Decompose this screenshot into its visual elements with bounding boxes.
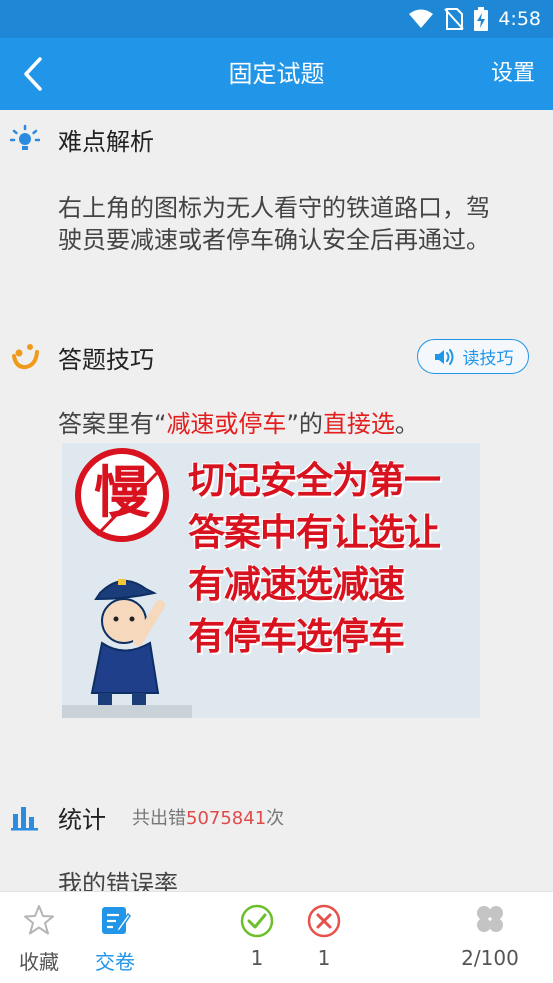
- poster-line: 切记安全为第一: [188, 459, 441, 502]
- error-rate-label: 我的错误率: [58, 870, 178, 891]
- slow-stamp-char: 慢: [94, 461, 150, 526]
- no-sim-icon: [444, 8, 465, 30]
- tips-poster-image: 慢 切记安全为第一 答案中有让选让 有减速选减速 有停车选停车: [62, 443, 480, 718]
- check-circle-icon: [240, 904, 274, 938]
- lightbulb-icon: [10, 124, 40, 150]
- star-icon: [24, 905, 54, 935]
- bar-chart-icon: [11, 807, 38, 831]
- tips-quote-open: “: [154, 410, 167, 438]
- app-bar: 固定试题 设置: [0, 38, 553, 110]
- wrong-count[interactable]: 1: [303, 892, 345, 983]
- analysis-text: 右上角的图标为无人看守的铁道路口，驾驶员要减速或者停车确认安全后再通过。: [58, 194, 490, 254]
- analysis-title: 难点解析: [58, 127, 154, 156]
- tips-action: 直接选: [322, 410, 395, 438]
- battery-charging-icon: [474, 7, 489, 31]
- poster-line: 有停车选停车: [188, 615, 405, 658]
- settings-button[interactable]: 设置: [491, 38, 535, 110]
- close-circle-icon: [307, 904, 341, 938]
- correct-count-value: 1: [250, 946, 264, 970]
- tips-title: 答题技巧: [58, 345, 154, 374]
- submit-exam-label: 交卷: [95, 950, 135, 974]
- speaker-icon: [434, 348, 453, 365]
- tips-keyword: 减速或停车: [166, 410, 287, 438]
- question-grid-button[interactable]: 2/100: [455, 892, 525, 983]
- tips-text-middle: 的: [298, 410, 323, 438]
- read-tips-button[interactable]: 读技巧: [417, 339, 529, 374]
- tips-text-prefix: 答案里有: [58, 410, 154, 438]
- tips-text: 答案里有“减速或停车”的直接选。: [58, 408, 538, 440]
- answer-tips-icon: [12, 344, 39, 370]
- wifi-icon: [409, 9, 434, 28]
- status-bar: 4:58: [0, 0, 553, 38]
- poster-line: 有减速选减速: [188, 563, 405, 606]
- error-count-prefix: 共出错: [132, 808, 186, 829]
- grid-clover-icon: [477, 906, 503, 932]
- page-title: 固定试题: [228, 60, 325, 88]
- tips-quote-close: ”: [286, 410, 299, 438]
- stats-title: 统计: [58, 805, 106, 834]
- favorite-label: 收藏: [19, 950, 59, 974]
- favorite-button[interactable]: 收藏: [14, 892, 64, 983]
- poster-text: 切记安全为第一 答案中有让选让 有减速选减速 有停车选停车: [188, 455, 478, 663]
- status-time: 4:58: [498, 8, 541, 30]
- error-count: 共出错5075841次: [132, 804, 284, 830]
- correct-count[interactable]: 1: [236, 892, 278, 983]
- poster-line: 答案中有让选让: [188, 511, 441, 554]
- bottom-bar: 收藏 交卷 1 1 2/100: [0, 891, 553, 983]
- explanation-panel[interactable]: 难点解析 右上角的图标为无人看守的铁道路口，驾驶员要减速或者停车确认安全后再通过…: [0, 110, 553, 891]
- tips-text-end: 。: [394, 410, 419, 438]
- submit-paper-icon: [102, 907, 131, 934]
- status-icons: 4:58: [408, 0, 541, 38]
- error-count-value: 5075841: [186, 808, 267, 829]
- read-tips-label: 读技巧: [462, 349, 514, 369]
- error-count-suffix: 次: [266, 808, 285, 829]
- progress-label: 2/100: [461, 946, 519, 970]
- wrong-count-value: 1: [317, 946, 331, 970]
- submit-exam-button[interactable]: 交卷: [90, 892, 140, 983]
